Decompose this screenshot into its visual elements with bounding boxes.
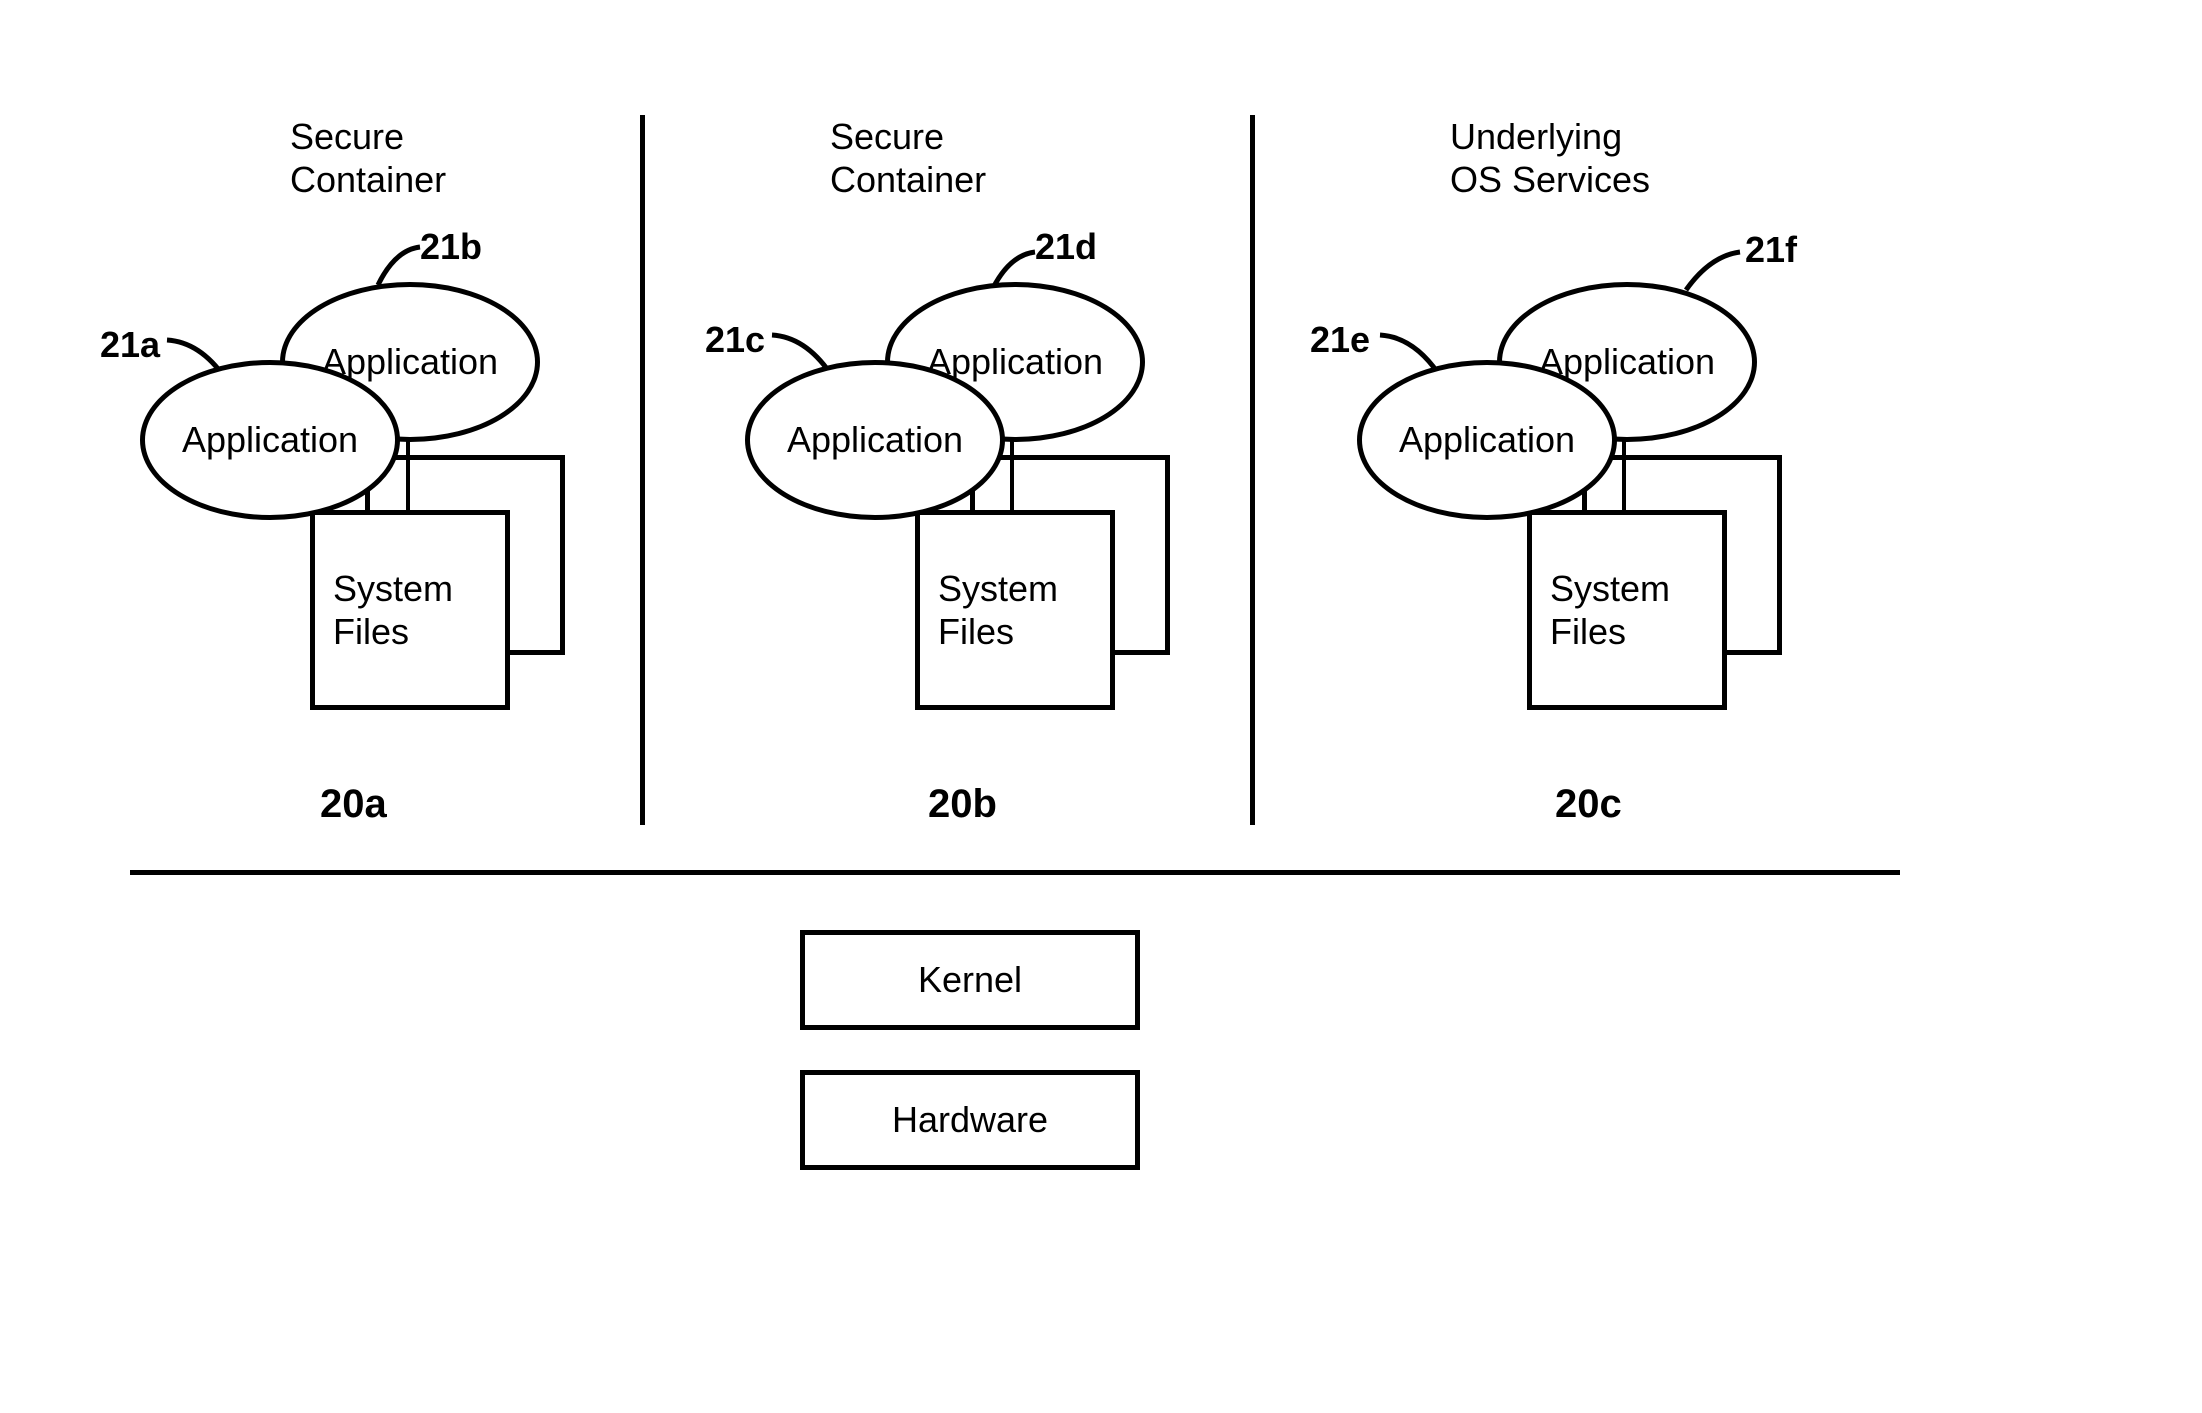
ref-21e: 21e (1310, 318, 1370, 361)
col2-title: Secure Container (830, 115, 986, 201)
col2-id: 20b (928, 780, 997, 828)
kernel-box: Kernel (800, 930, 1140, 1030)
col1-files-front: System Files (310, 510, 510, 710)
col2-files-front: System Files (915, 510, 1115, 710)
divider-1 (640, 115, 645, 825)
col2-connector (1010, 430, 1014, 512)
divider-2 (1250, 115, 1255, 825)
hardware-box: Hardware (800, 1070, 1140, 1170)
ref-21c: 21c (705, 318, 765, 361)
col1-id: 20a (320, 780, 387, 828)
col3-title: Underlying OS Services (1450, 115, 1650, 201)
col2-app-left: Application (745, 360, 1005, 520)
col3-app-left: Application (1357, 360, 1617, 520)
col3-connector (1622, 430, 1626, 512)
col3-files-front: System Files (1527, 510, 1727, 710)
col1-connector (406, 430, 410, 512)
ref-21f: 21f (1745, 228, 1797, 271)
col1-app-left: Application (140, 360, 400, 520)
ref-21a: 21a (100, 323, 160, 366)
divider-horizontal (130, 870, 1900, 875)
col1-title: Secure Container (290, 115, 446, 201)
col3-id: 20c (1555, 780, 1622, 828)
diagram-canvas: Secure Container 21b 21a System Files Ap… (0, 0, 2202, 1413)
leader-21f (1680, 242, 1750, 297)
